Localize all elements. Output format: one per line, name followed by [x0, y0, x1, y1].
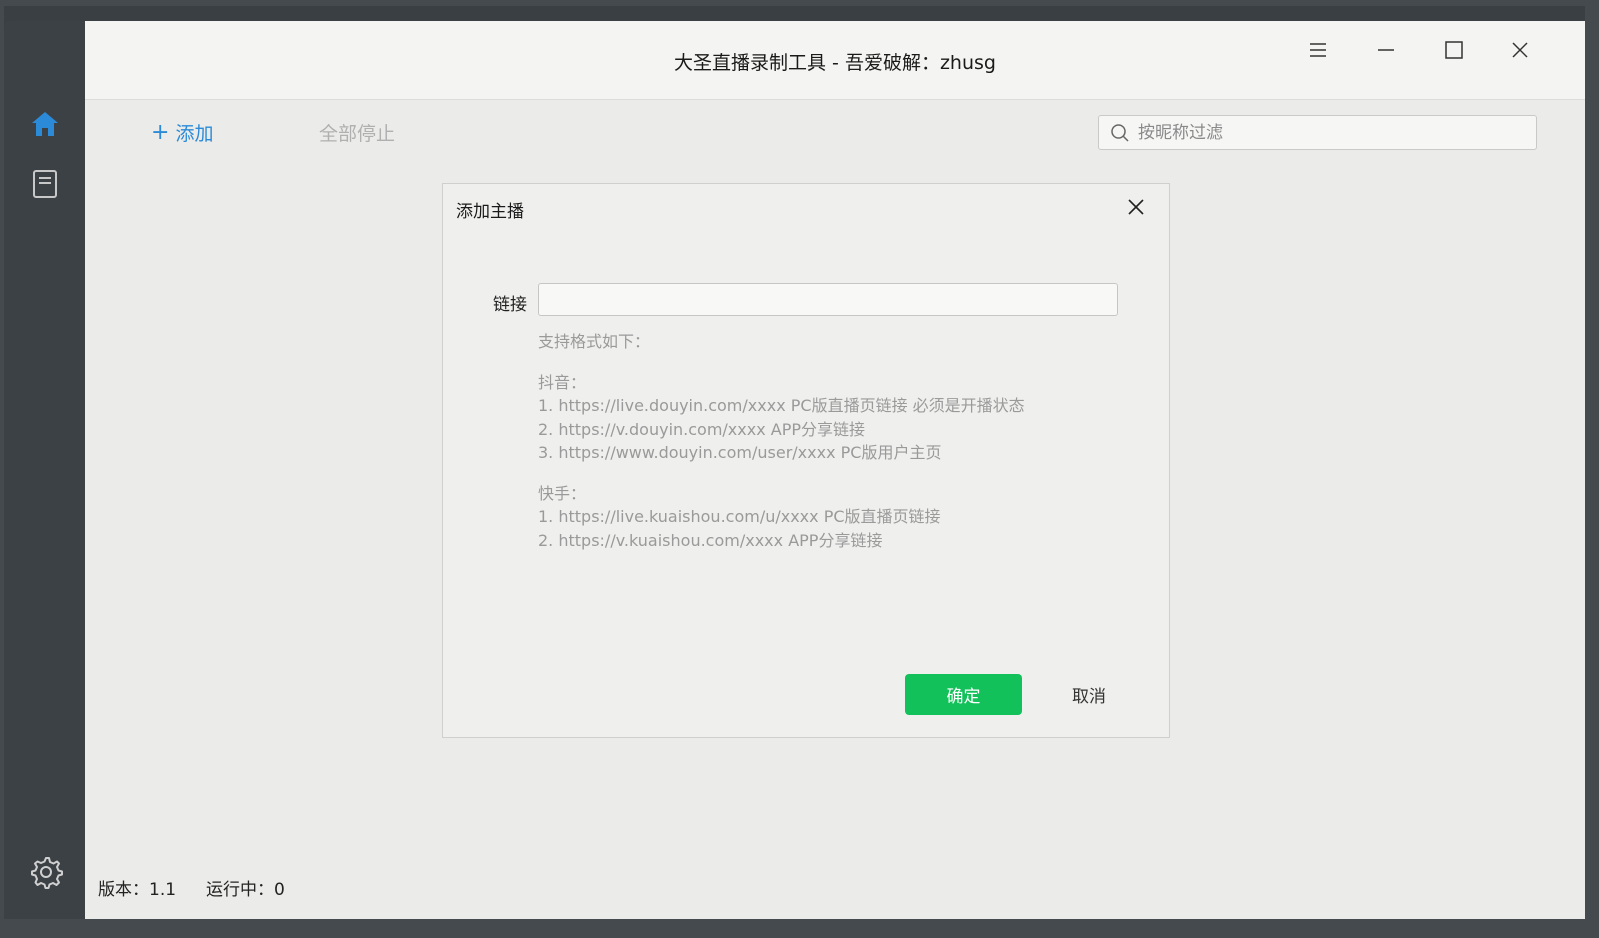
status-bar: 版本：1.1 运行中：0	[98, 875, 285, 900]
close-icon	[1512, 42, 1528, 58]
maximize-button[interactable]	[1434, 35, 1474, 65]
hamburger-icon	[1310, 43, 1326, 57]
dialog-close-button[interactable]	[1124, 195, 1148, 219]
home-icon	[32, 112, 58, 136]
main-content: 大圣直播录制工具 - 吾爱破解：zhusg + 添加 全部停止 按昵称过滤 添加…	[85, 21, 1585, 919]
format-help: 支持格式如下： 抖音： 1. https://live.douyin.com/x…	[538, 330, 1098, 552]
douyin-format-line: 2. https://v.douyin.com/xxxx APP分享链接	[538, 419, 866, 439]
cancel-button[interactable]: 取消	[1059, 674, 1119, 715]
minimize-icon	[1378, 49, 1394, 51]
running-count: 运行中：0	[206, 880, 285, 900]
search-box	[1098, 115, 1537, 150]
stop-all-button[interactable]: 全部停止	[319, 119, 395, 146]
sidebar-item-home[interactable]	[30, 109, 60, 139]
maximize-icon	[1445, 41, 1463, 59]
search-input[interactable]	[1136, 121, 1520, 144]
document-icon	[33, 170, 57, 198]
add-streamer-dialog: 添加主播 链接 支持格式如下： 抖音： 1. https://live.douy…	[442, 183, 1170, 738]
add-label: 添加	[175, 123, 214, 145]
douyin-group-title: 抖音：	[538, 372, 587, 392]
settings-button[interactable]	[29, 855, 63, 889]
window-title: 大圣直播录制工具 - 吾爱破解：zhusg	[674, 52, 996, 74]
confirm-button[interactable]: 确定	[905, 674, 1022, 715]
sidebar-item-records[interactable]	[30, 169, 60, 199]
plus-icon: +	[151, 119, 170, 145]
gear-icon	[31, 857, 63, 889]
close-window-button[interactable]	[1500, 35, 1540, 65]
add-streamer-button[interactable]: + 添加	[151, 119, 213, 146]
menu-button[interactable]	[1298, 35, 1338, 65]
douyin-format-line: 1. https://live.douyin.com/xxxx PC版直播页链接…	[538, 396, 1025, 415]
help-header: 支持格式如下：	[538, 332, 651, 351]
search-icon	[1111, 123, 1129, 142]
title-bar: 大圣直播录制工具 - 吾爱破解：zhusg	[85, 21, 1585, 100]
kuaishou-group-title: 快手：	[538, 483, 587, 503]
dialog-title: 添加主播	[456, 202, 524, 222]
kuaishou-format-line: 2. https://v.kuaishou.com/xxxx APP分享链接	[538, 530, 883, 550]
link-input[interactable]	[538, 283, 1118, 316]
minimize-button[interactable]	[1366, 35, 1406, 65]
link-label: 链接	[493, 295, 527, 315]
douyin-format-line: 3. https://www.douyin.com/user/xxxx PC版用…	[538, 443, 942, 462]
kuaishou-format-line: 1. https://live.kuaishou.com/u/xxxx PC版直…	[538, 507, 941, 526]
close-icon	[1128, 199, 1144, 215]
app-window: 大圣直播录制工具 - 吾爱破解：zhusg + 添加 全部停止 按昵称过滤 添加…	[4, 6, 1585, 919]
sidebar	[4, 21, 85, 919]
version-text: 版本：1.1	[98, 880, 177, 900]
